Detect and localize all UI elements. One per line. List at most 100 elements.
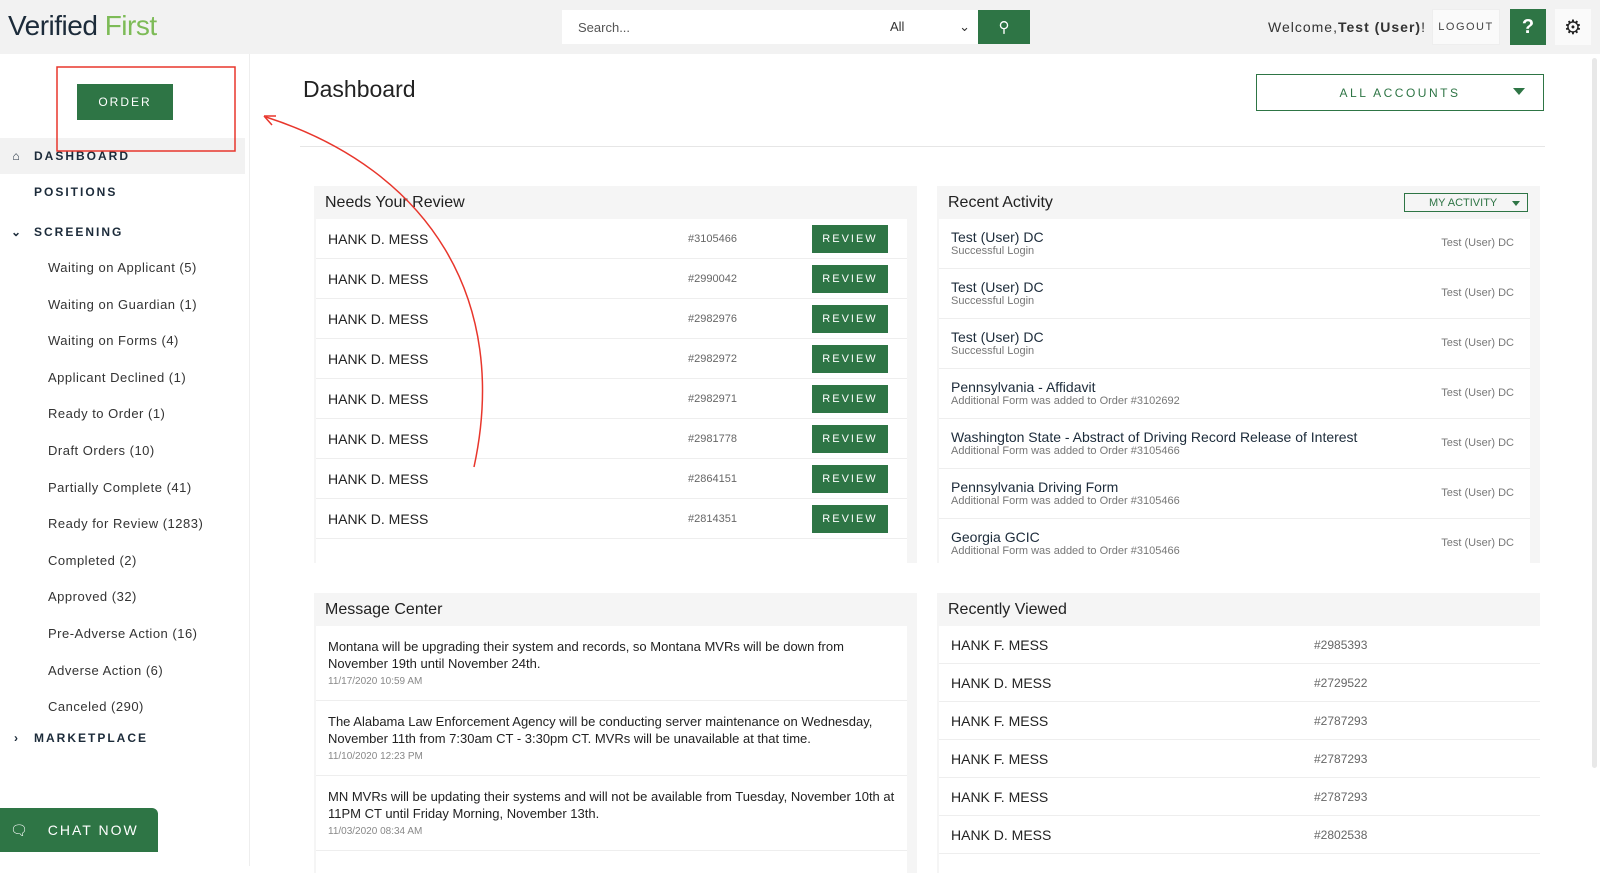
activity-row[interactable]: Pennsylvania - AffidavitAdditional Form … [939, 369, 1530, 419]
sidebar-subitem[interactable]: Partially Complete (41) [48, 480, 192, 495]
message-center-panel: Message Center Montana will be upgrading… [314, 593, 917, 873]
chat-bubble-icon: 🗨 [10, 822, 30, 839]
sidebar-item-dashboard[interactable]: ⌂DASHBOARD [0, 138, 245, 174]
applicant-name[interactable]: HANK D. MESS [951, 827, 1051, 843]
applicant-name[interactable]: HANK F. MESS [951, 637, 1048, 653]
activity-user: Test (User) DC [1441, 537, 1514, 549]
sidebar-subitem[interactable]: Waiting on Forms (4) [48, 333, 179, 348]
review-button[interactable]: REVIEW [812, 385, 888, 413]
page-scrollbar[interactable] [1592, 58, 1597, 768]
logo-text-accent: First [105, 10, 157, 41]
activity-row[interactable]: Pennsylvania Driving FormAdditional Form… [939, 469, 1530, 519]
logo[interactable]: Verified First [8, 10, 157, 42]
message-row[interactable]: MN MVRs will be updating their systems a… [316, 776, 907, 851]
order-number: #2802538 [1314, 828, 1367, 842]
activity-filter-label: MY ACTIVITY [1429, 197, 1497, 209]
panel-title: Recent Activity [948, 194, 1053, 212]
review-row[interactable]: HANK D. MESS#2981778REVIEW [316, 419, 907, 459]
sidebar-subitem[interactable]: Approved (32) [48, 589, 137, 604]
help-button[interactable]: ? [1510, 9, 1546, 45]
applicant-name[interactable]: HANK D. MESS [328, 391, 428, 407]
sidebar-subitem[interactable]: Ready for Review (1283) [48, 516, 203, 531]
order-number: #3105466 [688, 233, 737, 245]
viewed-row[interactable]: HANK F. MESS#2787293 [939, 702, 1540, 740]
sidebar-subitem[interactable]: Adverse Action (6) [48, 663, 163, 678]
activity-row[interactable]: Test (User) DCSuccessful LoginTest (User… [939, 219, 1530, 269]
message-text: The Alabama Law Enforcement Agency will … [328, 713, 895, 747]
review-row[interactable]: HANK D. MESS #3105466 REVIEW [316, 219, 907, 259]
sidebar-item-screening[interactable]: ⌄SCREENING [0, 214, 245, 250]
review-row[interactable]: HANK D. MESS#2982971REVIEW [316, 379, 907, 419]
applicant-name[interactable]: HANK D. MESS [328, 511, 428, 527]
review-button[interactable]: REVIEW [812, 225, 888, 253]
review-row[interactable]: HANK D. MESS #2990042 REVIEW [316, 259, 907, 299]
applicant-name[interactable]: HANK F. MESS [951, 789, 1048, 805]
applicant-name[interactable]: HANK D. MESS [328, 231, 428, 247]
chevron-down-icon: ⌄ [0, 225, 34, 239]
sidebar-subitem[interactable]: Ready to Order (1) [48, 406, 165, 421]
search-input[interactable]: Search... [578, 20, 890, 35]
order-number: #2985393 [1314, 638, 1367, 652]
search-bar: Search... All⌄ [562, 10, 980, 44]
order-button[interactable]: ORDER [77, 84, 173, 120]
message-list[interactable]: Montana will be upgrading their system a… [316, 626, 907, 873]
viewed-list[interactable]: HANK F. MESS #2985393 HANK D. MESS #2729522… [939, 626, 1540, 873]
sidebar-subitem[interactable]: Draft Orders (10) [48, 443, 155, 458]
applicant-name[interactable]: HANK F. MESS [951, 751, 1048, 767]
review-button[interactable]: REVIEW [812, 465, 888, 493]
applicant-name[interactable]: HANK D. MESS [951, 675, 1051, 691]
order-number: #2729522 [1314, 676, 1367, 690]
activity-list[interactable]: Test (User) DCSuccessful LoginTest (User… [939, 219, 1530, 563]
search-scope-select[interactable]: All⌄ [890, 19, 980, 35]
sidebar-subitem[interactable]: Waiting on Guardian (1) [48, 297, 197, 312]
sidebar-label: POSITIONS [34, 185, 117, 199]
sidebar-item-positions[interactable]: POSITIONS [0, 174, 245, 210]
settings-button[interactable]: ⚙ [1555, 9, 1591, 45]
viewed-row[interactable]: HANK D. MESS #2729522 [939, 664, 1540, 702]
viewed-row[interactable]: HANK F. MESS #2985393 [939, 626, 1540, 664]
viewed-row[interactable]: HANK D. MESS #2802538 [939, 816, 1540, 854]
applicant-name[interactable]: HANK D. MESS [328, 351, 428, 367]
message-text: MN MVRs will be updating their systems a… [328, 788, 895, 822]
review-row[interactable]: HANK D. MESS#2982976REVIEW [316, 299, 907, 339]
sidebar-subitem[interactable]: Waiting on Applicant (5) [48, 260, 197, 275]
activity-row[interactable]: Georgia GCICAdditional Form was added to… [939, 519, 1530, 563]
sidebar-subitem[interactable]: Applicant Declined (1) [48, 370, 186, 385]
review-button[interactable]: REVIEW [812, 345, 888, 373]
order-number: #2990042 [688, 273, 737, 285]
review-button[interactable]: REVIEW [812, 505, 888, 533]
logout-button[interactable]: LOGOUT [1432, 9, 1500, 45]
sidebar-subitem[interactable]: Completed (2) [48, 553, 137, 568]
accounts-dropdown[interactable]: ALL ACCOUNTS [1256, 74, 1544, 111]
review-row[interactable]: HANK D. MESS#2814351REVIEW [316, 499, 907, 539]
arrow-head-icon [264, 116, 276, 125]
search-button[interactable]: ⚲ [978, 10, 1030, 44]
activity-row[interactable]: Washington State - Abstract of Driving R… [939, 419, 1530, 469]
applicant-name[interactable]: HANK D. MESS [328, 471, 428, 487]
applicant-name[interactable]: HANK F. MESS [951, 713, 1048, 729]
sidebar-label: SCREENING [34, 225, 123, 239]
applicant-name[interactable]: HANK D. MESS [328, 431, 428, 447]
review-row[interactable]: HANK D. MESS#2864151REVIEW [316, 459, 907, 499]
review-button[interactable]: REVIEW [812, 425, 888, 453]
applicant-name[interactable]: HANK D. MESS [328, 311, 428, 327]
review-list[interactable]: HANK D. MESS#3105466REVIEWHANK D. MESS#2… [316, 219, 907, 563]
sidebar-subitem[interactable]: Canceled (290) [48, 699, 144, 714]
message-row[interactable]: Montana will be upgrading their system a… [316, 626, 907, 701]
activity-row[interactable]: Test (User) DCSuccessful LoginTest (User… [939, 269, 1530, 319]
sidebar-subitem[interactable]: Pre-Adverse Action (16) [48, 626, 198, 641]
activity-user: Test (User) DC [1441, 337, 1514, 349]
sidebar: ORDER ⌂DASHBOARD POSITIONS ⌄SCREENING Wa… [0, 54, 250, 866]
applicant-name[interactable]: HANK D. MESS [328, 271, 428, 287]
review-button[interactable]: REVIEW [812, 305, 888, 333]
chat-now-button[interactable]: 🗨CHAT NOW [0, 808, 158, 852]
viewed-row[interactable]: HANK F. MESS#2787293 [939, 778, 1540, 816]
sidebar-item-marketplace[interactable]: ›MARKETPLACE [0, 720, 245, 756]
message-row[interactable]: The Alabama Law Enforcement Agency will … [316, 701, 907, 776]
viewed-row[interactable]: HANK F. MESS#2787293 [939, 740, 1540, 778]
page-title: Dashboard [303, 76, 416, 103]
activity-row[interactable]: Test (User) DCSuccessful LoginTest (User… [939, 319, 1530, 369]
activity-filter-dropdown[interactable]: MY ACTIVITY [1404, 193, 1528, 212]
review-button[interactable]: REVIEW [812, 265, 888, 293]
review-row[interactable]: HANK D. MESS#2982972REVIEW [316, 339, 907, 379]
